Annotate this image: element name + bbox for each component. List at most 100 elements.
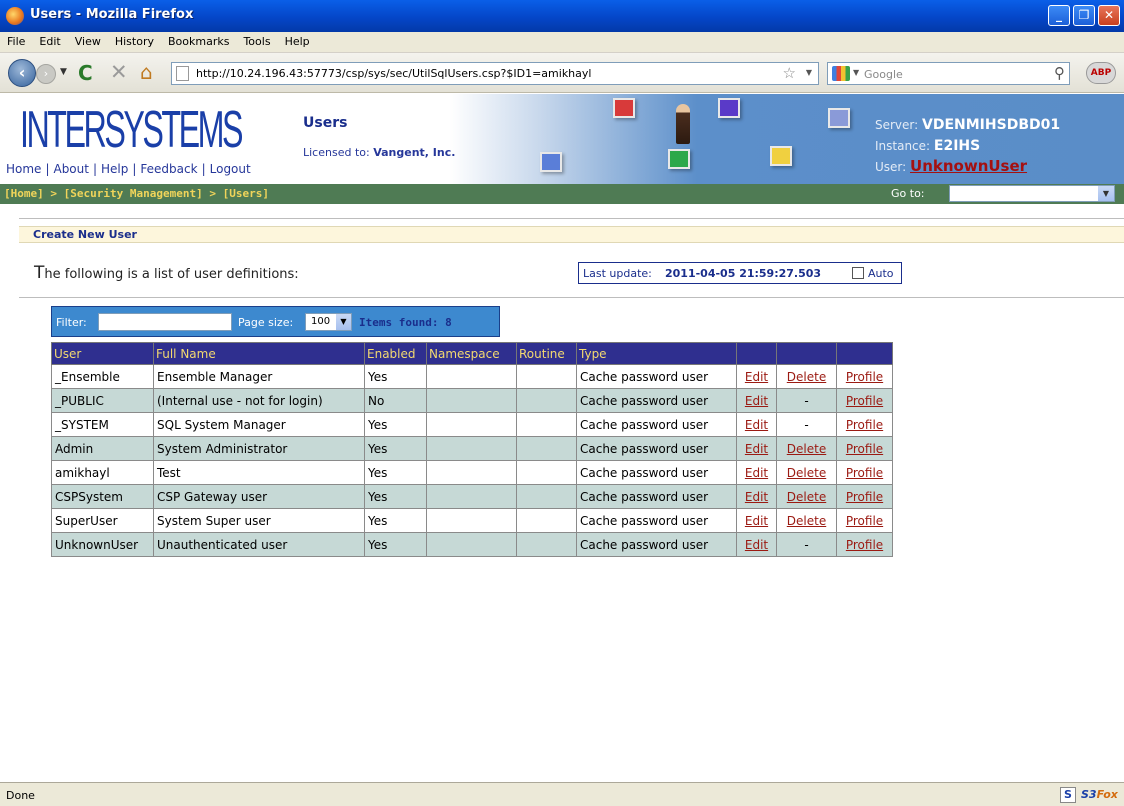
delete-link[interactable]: Delete	[787, 370, 826, 384]
page-size-value[interactable]: 100	[311, 316, 330, 327]
breadcrumb: [Home] > [Security Management] > [Users]	[4, 187, 269, 200]
cell-namespace	[426, 484, 517, 509]
breadcrumb-home[interactable]: [Home]	[4, 187, 44, 200]
column-header-user[interactable]: User	[51, 342, 154, 365]
profile-link[interactable]: Profile	[846, 442, 883, 456]
menu-bookmarks[interactable]: Bookmarks	[161, 32, 236, 48]
profile-link[interactable]: Profile	[846, 490, 883, 504]
cell-delete: Delete	[776, 436, 837, 461]
edit-link[interactable]: Edit	[745, 514, 768, 528]
cell-user: _PUBLIC	[51, 388, 154, 413]
goto-select[interactable]: ▼	[949, 185, 1115, 202]
divider	[19, 297, 1124, 298]
address-bar[interactable]: http://10.24.196.43:57773/csp/sys/sec/Ut…	[171, 62, 819, 85]
cell-routine	[516, 532, 577, 557]
s3-icon[interactable]: S	[1060, 787, 1076, 803]
table-row: _SYSTEM SQL System Manager Yes Cache pas…	[51, 412, 893, 437]
search-placeholder[interactable]: Google	[864, 68, 903, 81]
breadcrumb-users[interactable]: [Users]	[223, 187, 269, 200]
breadcrumb-bar: [Home] > [Security Management] > [Users]…	[0, 184, 1124, 204]
breadcrumb-security-management[interactable]: [Security Management]	[64, 187, 203, 200]
column-header-full-name[interactable]: Full Name	[153, 342, 365, 365]
url-dropdown-icon[interactable]: ▼	[806, 68, 812, 77]
stop-icon[interactable]: ✕	[110, 60, 128, 84]
s3fox-logo[interactable]: S3Fox	[1081, 788, 1118, 801]
back-icon[interactable]: ‹	[8, 59, 36, 87]
about-link[interactable]: About	[53, 162, 88, 176]
profile-link[interactable]: Profile	[846, 370, 883, 384]
profile-link[interactable]: Profile	[846, 466, 883, 480]
profile-link[interactable]: Profile	[846, 394, 883, 408]
reload-icon[interactable]: C	[78, 61, 93, 85]
user-link[interactable]: UnknownUser	[910, 157, 1027, 175]
intro-rest: he following is a list of user definitio…	[44, 267, 299, 282]
search-engine-dropdown-icon[interactable]: ▼	[853, 68, 859, 77]
delete-link[interactable]: Delete	[787, 514, 826, 528]
auto-checkbox[interactable]	[852, 267, 864, 279]
logout-link[interactable]: Logout	[210, 162, 251, 176]
server-value: VDENMIHSDBD01	[922, 117, 1061, 133]
menu-tools[interactable]: Tools	[236, 32, 277, 48]
cell-namespace	[426, 436, 517, 461]
minimize-button[interactable]: _	[1048, 5, 1070, 26]
delete-link[interactable]: Delete	[787, 442, 826, 456]
menu-history[interactable]: History	[108, 32, 161, 48]
column-header-routine[interactable]: Routine	[516, 342, 577, 365]
profile-link[interactable]: Profile	[846, 418, 883, 432]
cell-enabled: Yes	[364, 532, 427, 557]
cell-profile: Profile	[836, 364, 893, 389]
edit-link[interactable]: Edit	[745, 442, 768, 456]
intro-text: The following is a list of user definiti…	[34, 263, 299, 283]
help-link[interactable]: Help	[101, 162, 128, 176]
cell-profile: Profile	[836, 388, 893, 413]
table-header-row: User Full Name Enabled Namespace Routine…	[51, 342, 893, 365]
forward-icon[interactable]: ›	[36, 64, 56, 84]
divider	[19, 218, 1124, 219]
cell-full-name: SQL System Manager	[153, 412, 365, 437]
monitor-blue-icon	[540, 152, 562, 172]
profile-link[interactable]: Profile	[846, 538, 883, 552]
column-header-namespace[interactable]: Namespace	[426, 342, 517, 365]
adblock-plus-icon[interactable]: ABP	[1086, 62, 1116, 84]
link-separator: |	[92, 162, 98, 176]
edit-link[interactable]: Edit	[745, 394, 768, 408]
delete-link[interactable]: Delete	[787, 490, 826, 504]
menu-view[interactable]: View	[68, 32, 108, 48]
feedback-link[interactable]: Feedback	[140, 162, 197, 176]
cell-edit: Edit	[736, 412, 777, 437]
profile-link[interactable]: Profile	[846, 514, 883, 528]
google-icon[interactable]	[832, 66, 850, 81]
home-link[interactable]: Home	[6, 162, 41, 176]
edit-link[interactable]: Edit	[745, 490, 768, 504]
chevron-down-icon[interactable]: ▼	[1098, 186, 1114, 201]
menu-edit[interactable]: Edit	[32, 32, 67, 48]
cell-routine	[516, 508, 577, 533]
cell-namespace	[426, 364, 517, 389]
edit-link[interactable]: Edit	[745, 466, 768, 480]
maximize-button[interactable]: ❐	[1073, 5, 1095, 26]
edit-link[interactable]: Edit	[745, 538, 768, 552]
bookmark-star-icon[interactable]: ☆	[783, 64, 796, 82]
column-header-type[interactable]: Type	[576, 342, 737, 365]
last-update-value: 2011-04-05 21:59:27.503	[665, 267, 822, 280]
create-new-user-link[interactable]: Create New User	[33, 228, 137, 241]
search-icon[interactable]: ⚲	[1054, 64, 1065, 82]
home-icon[interactable]: ⌂	[140, 60, 153, 84]
menu-help[interactable]: Help	[278, 32, 317, 48]
users-table: User Full Name Enabled Namespace Routine…	[51, 342, 893, 557]
edit-link[interactable]: Edit	[745, 370, 768, 384]
history-dropdown-icon[interactable]: ▼	[60, 67, 67, 77]
filter-input[interactable]	[98, 313, 232, 331]
menu-file[interactable]: File	[0, 32, 32, 48]
column-header-enabled[interactable]: Enabled	[364, 342, 427, 365]
url-text[interactable]: http://10.24.196.43:57773/csp/sys/sec/Ut…	[196, 67, 591, 80]
close-button[interactable]: ✕	[1098, 5, 1120, 26]
edit-link[interactable]: Edit	[745, 418, 768, 432]
cell-enabled: Yes	[364, 460, 427, 485]
intro-initial: T	[34, 263, 45, 283]
search-bar[interactable]: ▼ Google ⚲	[827, 62, 1070, 85]
delete-link[interactable]: Delete	[787, 466, 826, 480]
page-size-select[interactable]: 100 ▼	[305, 313, 352, 331]
chevron-down-icon[interactable]: ▼	[336, 314, 351, 330]
link-separator: |	[132, 162, 137, 176]
